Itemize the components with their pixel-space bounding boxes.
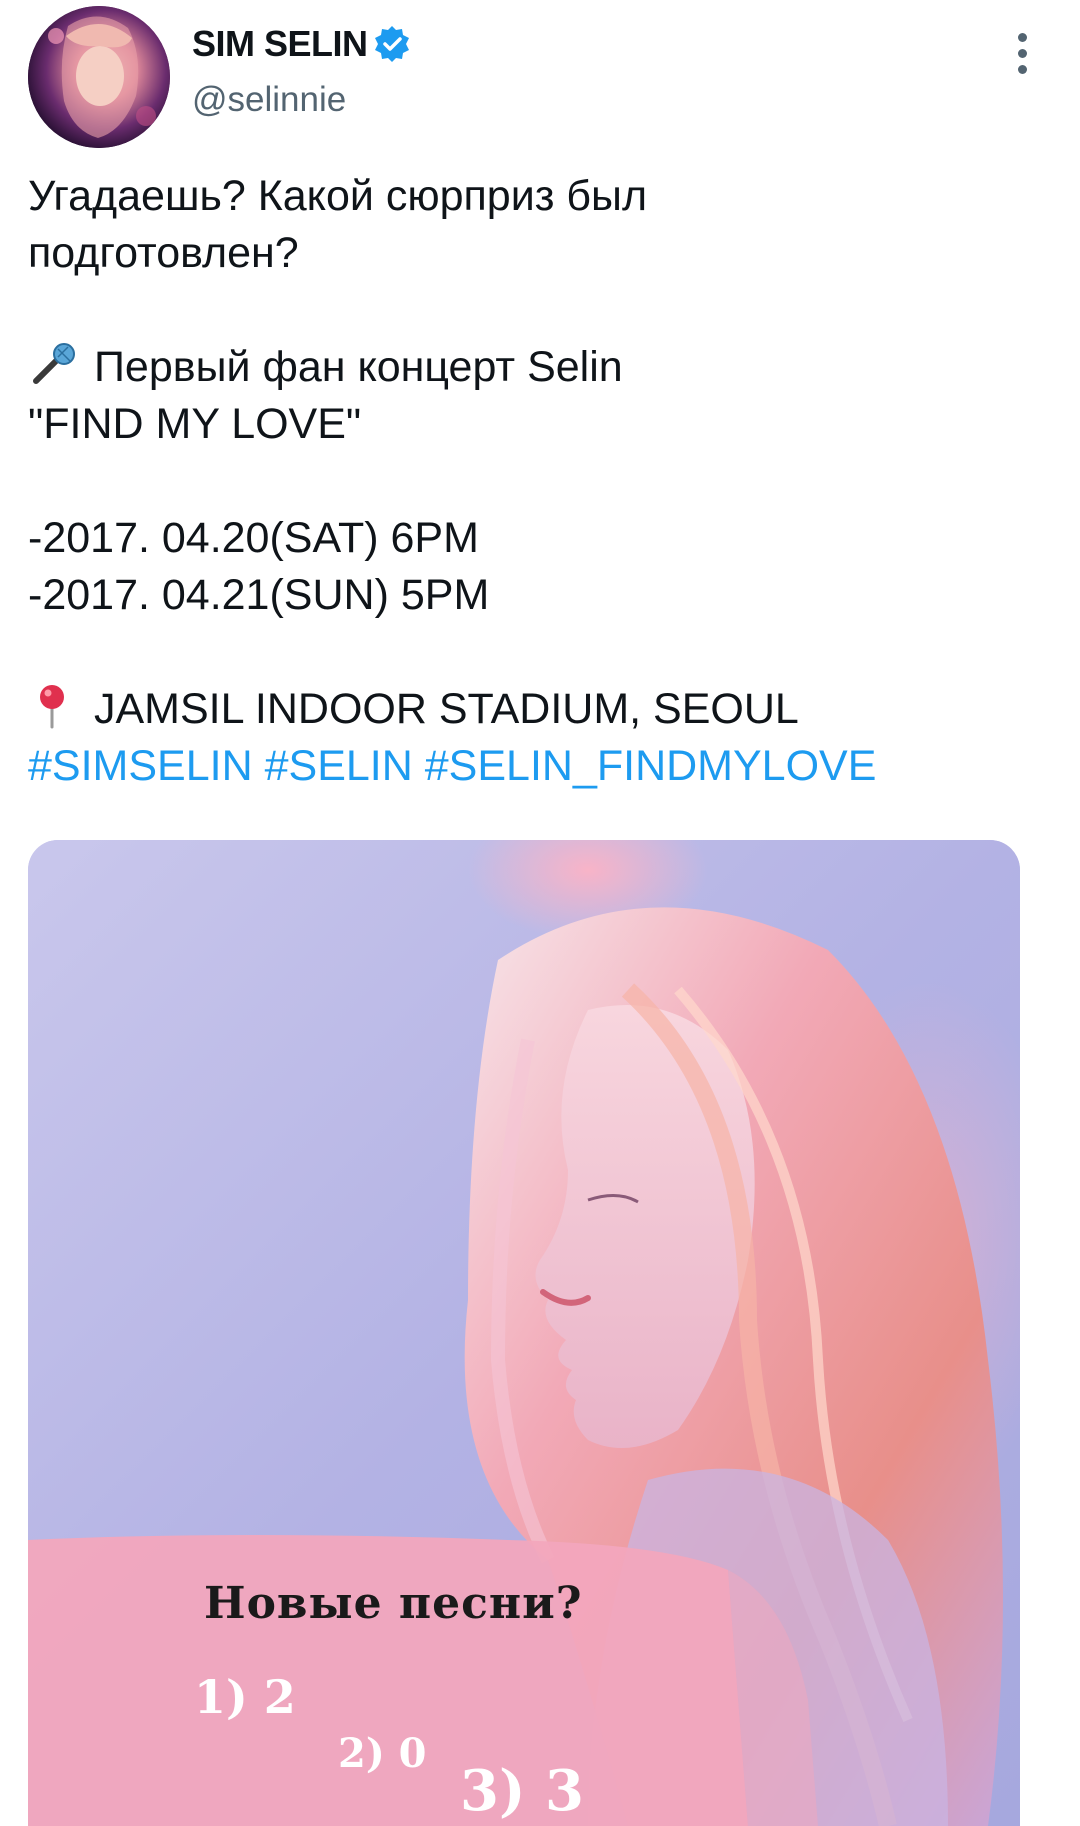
tweet-image[interactable]: Новые песни? 1) 2 2) 0 3) 3: [28, 840, 1020, 1826]
microphone-icon: [28, 341, 80, 387]
date-line-2: -2017. 04.21(SUN) 5PM: [28, 571, 490, 619]
poster-option-3: 3) 3: [460, 1758, 584, 1824]
hashtag-link[interactable]: #SELIN: [265, 742, 413, 790]
poster-option-1: 1) 2: [194, 1670, 296, 1724]
poster-title: Новые песни?: [204, 1578, 583, 1629]
location-text: JAMSIL INDOOR STADIUM, SEOUL: [94, 685, 799, 733]
avatar[interactable]: [28, 6, 170, 148]
tweet-header: SIM SELIN @selinnie: [192, 20, 412, 120]
concert-line: Первый фан концерт Selin: [28, 339, 1028, 396]
name-row: SIM SELIN: [192, 20, 412, 68]
date-line-1: -2017. 04.20(SAT) 6PM: [28, 514, 479, 562]
display-name[interactable]: SIM SELIN: [192, 23, 368, 65]
tweet-line: Угадаешь? Какой сюрприз был: [28, 172, 648, 220]
vertical-ellipsis-icon: [1017, 32, 1027, 42]
hashtag-link[interactable]: #SELIN_FINDMYLOVE: [425, 742, 877, 790]
avatar-image: [28, 6, 170, 148]
concert-poster-image: [28, 840, 1020, 1826]
user-handle[interactable]: @selinnie: [192, 80, 412, 120]
more-options-button[interactable]: [1000, 28, 1044, 78]
verified-badge-icon: [372, 24, 412, 64]
tweet-line: подготовлен?: [28, 229, 299, 277]
hashtag-link[interactable]: #SIMSELIN: [28, 742, 253, 790]
concert-title: "FIND MY LOVE": [28, 400, 362, 448]
tweet-text: Угадаешь? Какой сюрприз был подготовлен?…: [28, 168, 1028, 795]
location-line: JAMSIL INDOOR STADIUM, SEOUL: [28, 681, 1028, 738]
pushpin-icon: [28, 683, 80, 729]
concert-text: Первый фан концерт Selin: [94, 343, 623, 391]
poster-option-2: 2) 0: [338, 1730, 427, 1777]
tweet: SIM SELIN @selinnie Угадаешь? Какой сюрп…: [0, 0, 1080, 1826]
hashtags: #SIMSELIN #SELIN #SELIN_FINDMYLOVE: [28, 738, 1028, 795]
